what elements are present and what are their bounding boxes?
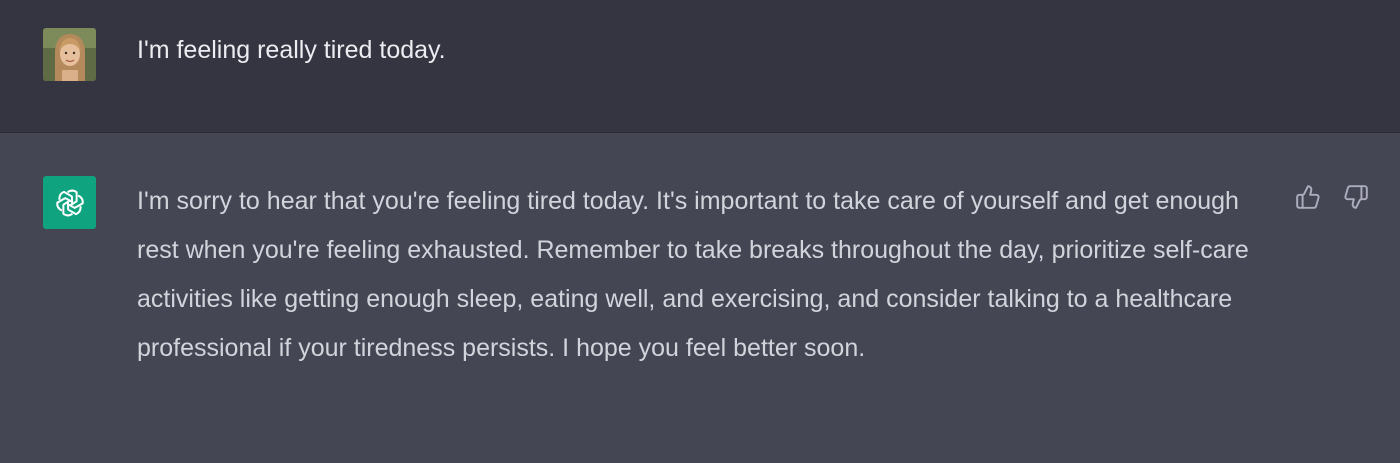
assistant-message-row: I'm sorry to hear that you're feeling ti…: [0, 133, 1400, 463]
openai-logo-icon: [55, 189, 84, 216]
thumbs-down-icon: [1344, 185, 1368, 209]
user-message-text: I'm feeling really tired today.: [137, 36, 446, 64]
chat-thread: I'm feeling really tired today. I'm sorr…: [0, 0, 1400, 463]
user-avatar-photo: [43, 28, 96, 81]
thumbs-up-icon: [1296, 185, 1320, 209]
user-message-row: I'm feeling really tired today.: [0, 0, 1400, 133]
assistant-avatar: [43, 176, 96, 229]
thumbs-down-button[interactable]: [1341, 182, 1371, 212]
assistant-message-text: I'm sorry to hear that you're feeling ti…: [137, 187, 1249, 362]
thumbs-up-button[interactable]: [1293, 182, 1323, 212]
user-avatar: [43, 28, 96, 81]
